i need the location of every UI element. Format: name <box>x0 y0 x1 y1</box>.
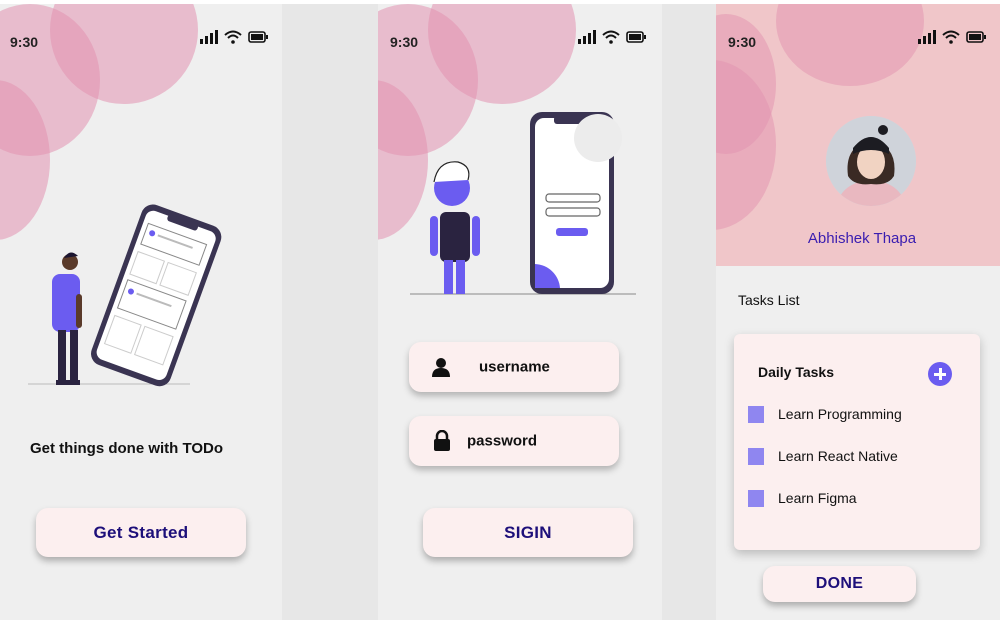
user-name: Abhishek Thapa <box>807 230 917 247</box>
tasks-list-title: Tasks List <box>738 292 800 308</box>
screen-gap <box>662 4 716 620</box>
card-title: Daily Tasks <box>758 364 835 380</box>
task-checkbox[interactable] <box>748 406 764 423</box>
status-time: 9:30 <box>390 34 419 50</box>
wifi-icon <box>224 30 242 44</box>
welcome-illustration <box>28 204 222 387</box>
status-icons <box>918 30 986 44</box>
username-field[interactable]: username <box>409 342 619 392</box>
cellular-signal-icon <box>200 30 218 44</box>
status-icons <box>578 30 646 44</box>
cellular-signal-icon <box>578 30 596 44</box>
status-time: 9:30 <box>728 34 757 50</box>
tasks-screen: 9:30 Abhishek Thapa Tasks List Daily Tas… <box>716 4 1000 620</box>
task-label: Learn Programming <box>778 406 902 422</box>
password-field[interactable]: password <box>409 416 619 466</box>
password-label: password <box>467 432 538 450</box>
task-checkbox[interactable] <box>748 490 764 507</box>
wifi-icon <box>602 30 620 44</box>
get-started-button[interactable]: Get Started <box>36 508 246 557</box>
daily-tasks-card: Daily Tasks Learn Programming Learn Reac… <box>734 334 980 550</box>
user-icon <box>432 358 450 377</box>
battery-icon <box>248 31 268 43</box>
username-label: username <box>479 358 550 376</box>
status-time: 9:30 <box>10 34 39 50</box>
battery-icon <box>966 31 986 43</box>
done-button[interactable]: DONE <box>763 566 916 602</box>
signin-button[interactable]: SIGIN <box>423 508 633 557</box>
battery-icon <box>626 31 646 43</box>
task-checkbox[interactable] <box>748 448 764 465</box>
avatar-photo <box>826 116 916 206</box>
status-icons <box>200 30 268 44</box>
avatar[interactable] <box>826 116 916 206</box>
cellular-signal-icon <box>918 30 936 44</box>
decor-blob <box>776 4 924 86</box>
screen-gap <box>282 4 378 620</box>
login-illustration <box>410 112 636 295</box>
lock-icon <box>434 430 450 451</box>
task-label: Learn React Native <box>778 448 898 464</box>
task-label: Learn Figma <box>778 490 857 506</box>
wifi-icon <box>942 30 960 44</box>
login-screen: 9:30 username password SIGIN <box>378 4 662 620</box>
welcome-screen: 9:30 Get things done with TODo Get Start… <box>0 4 282 620</box>
welcome-tagline: Get things done with TODo <box>30 440 224 457</box>
plus-icon[interactable] <box>928 362 952 386</box>
